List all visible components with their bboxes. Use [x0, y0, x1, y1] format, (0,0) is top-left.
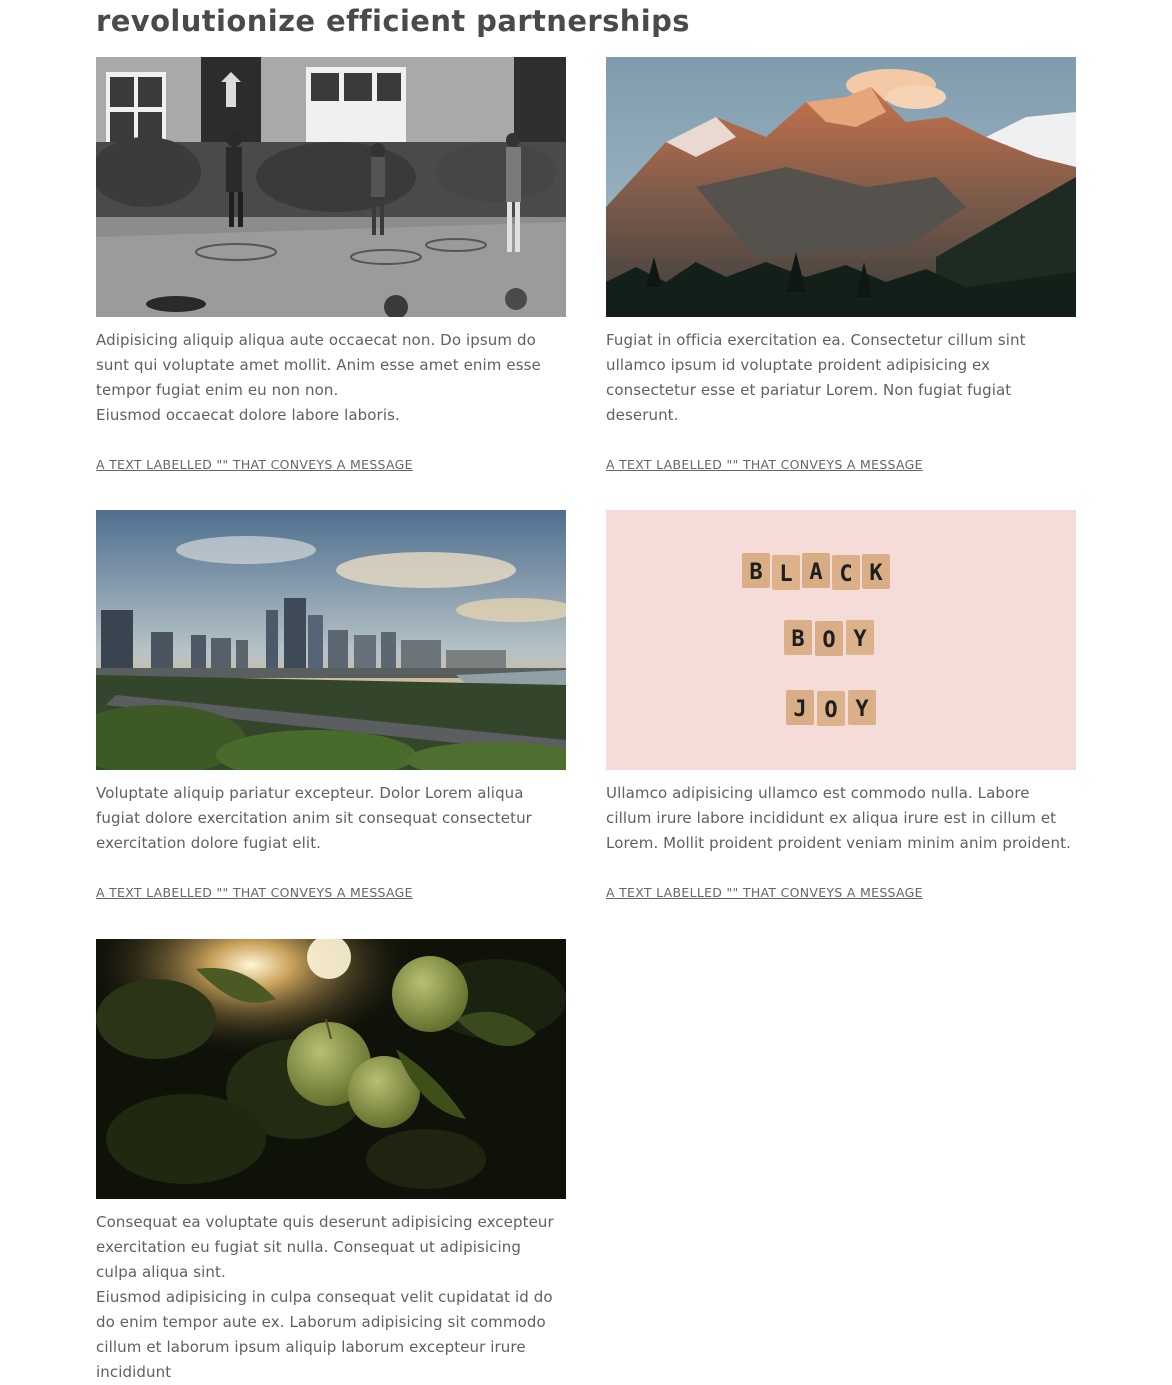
- card-description: Consequat ea voluptate quis deserunt adi…: [96, 1210, 566, 1385]
- tile-letter: Y: [855, 697, 869, 722]
- letter-tiles-photo: B L A C K B O Y J O Y: [606, 510, 1076, 770]
- city-skyline-photo: [96, 510, 566, 770]
- content-card: Consequat ea voluptate quis deserunt adi…: [96, 939, 566, 1385]
- content-card: Voluptate aliquip pariatur excepteur. Do…: [96, 510, 566, 901]
- card-description-paragraph: Eiusmod occaecat dolore labore laboris.: [96, 406, 400, 424]
- card-link[interactable]: A TEXT LABELLED "" THAT CONVEYS A MESSAG…: [96, 457, 413, 473]
- tile-letter: B: [791, 627, 804, 652]
- tile-letter: A: [809, 560, 822, 585]
- schoolyard-play-photo: [96, 57, 566, 317]
- tile-letter: B: [749, 560, 762, 585]
- tile-letter: K: [869, 561, 883, 586]
- card-description-paragraph: Voluptate aliquip pariatur excepteur. Do…: [96, 784, 532, 852]
- card-description-paragraph: Eiusmod adipisicing in culpa consequat v…: [96, 1288, 553, 1381]
- tile-row-black: B L A C K: [742, 553, 890, 590]
- tile-letter: C: [839, 562, 852, 587]
- card-description: Adipisicing aliquip aliqua aute occaecat…: [96, 328, 566, 428]
- card-description-paragraph: Ullamco adipisicing ullamco est commodo …: [606, 784, 1071, 852]
- tile-letter: L: [779, 562, 792, 587]
- content-card: Fugiat in officia exercitation ea. Conse…: [606, 57, 1076, 473]
- card-description: Fugiat in officia exercitation ea. Conse…: [606, 328, 1076, 428]
- card-description-paragraph: Adipisicing aliquip aliqua aute occaecat…: [96, 331, 541, 399]
- tile-row-boy: B O Y: [784, 620, 874, 656]
- card-description-paragraph: Fugiat in officia exercitation ea. Conse…: [606, 331, 1026, 424]
- page-title: revolutionize efficient partnerships: [96, 4, 690, 38]
- content-card: B L A C K B O Y J O Y Ullamco adipisicin…: [606, 510, 1076, 901]
- card-link[interactable]: A TEXT LABELLED "" THAT CONVEYS A MESSAG…: [96, 885, 413, 901]
- card-description: Voluptate aliquip pariatur excepteur. Do…: [96, 781, 566, 856]
- card-description-paragraph: Consequat ea voluptate quis deserunt adi…: [96, 1213, 554, 1281]
- tile-row-joy: J O Y: [786, 690, 876, 726]
- card-description: Ullamco adipisicing ullamco est commodo …: [606, 781, 1076, 856]
- card-link[interactable]: A TEXT LABELLED "" THAT CONVEYS A MESSAG…: [606, 457, 923, 473]
- tile-letter: J: [793, 697, 806, 722]
- card-link[interactable]: A TEXT LABELLED "" THAT CONVEYS A MESSAG…: [606, 885, 923, 901]
- mountain-sunset-photo: [606, 57, 1076, 317]
- green-apples-photo: [96, 939, 566, 1199]
- tile-letter: O: [822, 628, 835, 653]
- content-card: Adipisicing aliquip aliqua aute occaecat…: [96, 57, 566, 473]
- tile-letter: O: [824, 698, 837, 723]
- tile-letter: Y: [853, 627, 867, 652]
